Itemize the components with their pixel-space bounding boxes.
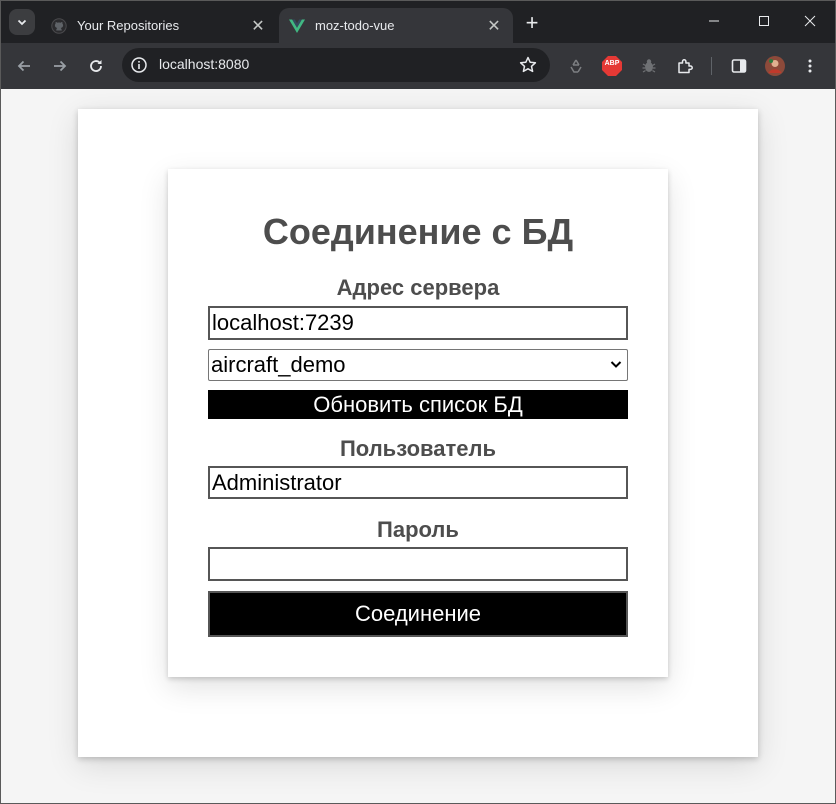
browser-toolbar: localhost:8080 ABP: [1, 43, 835, 89]
user-input[interactable]: [208, 466, 628, 499]
bookmark-star-icon[interactable]: [518, 55, 538, 75]
password-input[interactable]: [208, 547, 628, 581]
chevron-down-icon: [610, 361, 622, 368]
bug-extension-icon[interactable]: [637, 54, 661, 78]
tab-your-repositories[interactable]: Your Repositories ✕: [41, 8, 277, 43]
db-connection-form: Соединение с БД Адрес сервера aircraft_d…: [168, 169, 668, 677]
address-bar[interactable]: localhost:8080: [122, 48, 550, 82]
connect-button[interactable]: Соединение: [208, 591, 628, 637]
tab-search-button[interactable]: [9, 9, 35, 35]
database-select[interactable]: aircraft_demo: [208, 349, 628, 381]
back-button[interactable]: [10, 52, 38, 80]
arrow-right-icon: [54, 60, 67, 72]
maximize-icon: [759, 16, 769, 26]
tab-strip: Your Repositories ✕ moz-todo-vue ✕ +: [1, 1, 835, 43]
github-icon: [51, 17, 67, 34]
site-info-icon[interactable]: [130, 56, 148, 74]
extensions-puzzle-icon[interactable]: [673, 54, 697, 78]
profile-avatar[interactable]: [763, 54, 787, 78]
form-title: Соединение с БД: [262, 211, 574, 252]
close-icon: [804, 15, 816, 27]
minimize-button[interactable]: [691, 1, 737, 41]
password-label: Пароль: [377, 517, 459, 542]
server-address-input[interactable]: [208, 306, 628, 340]
user-label: Пользователь: [339, 436, 496, 461]
reload-icon: [90, 60, 102, 72]
server-address-label: Адрес сервера: [336, 275, 500, 300]
abp-label: ABP: [604, 60, 620, 67]
toolbar-divider: [711, 57, 712, 75]
database-select-value: aircraft_demo: [211, 352, 346, 377]
close-window-button[interactable]: [787, 1, 833, 41]
recycle-extension-icon[interactable]: [564, 54, 588, 78]
minimize-icon: [709, 20, 719, 22]
app-container: Соединение с БД Адрес сервера aircraft_d…: [78, 109, 758, 757]
more-menu-icon[interactable]: [798, 54, 822, 78]
tab-moz-todo-vue[interactable]: moz-todo-vue ✕: [279, 8, 513, 43]
arrow-left-icon: [17, 60, 30, 72]
page-viewport: Соединение с БД Адрес сервера aircraft_d…: [1, 89, 835, 803]
adblock-plus-extension-icon[interactable]: ABP: [600, 54, 624, 78]
new-tab-button[interactable]: +: [519, 10, 545, 36]
reload-button[interactable]: [82, 52, 110, 80]
forward-button[interactable]: [46, 52, 74, 80]
side-panel-icon[interactable]: [727, 54, 751, 78]
url-text: localhost:8080: [159, 56, 250, 72]
tab-title: moz-todo-vue: [315, 18, 395, 33]
close-icon[interactable]: ✕: [485, 17, 503, 35]
close-icon[interactable]: ✕: [249, 17, 267, 35]
chevron-down-icon: [17, 19, 27, 26]
vue-logo-icon: [289, 18, 305, 34]
refresh-db-list-button[interactable]: Обновить список БД: [208, 390, 628, 419]
maximize-button[interactable]: [741, 1, 787, 41]
tab-title: Your Repositories: [77, 18, 180, 33]
browser-window: Your Repositories ✕ moz-todo-vue ✕ + loc…: [0, 0, 836, 804]
